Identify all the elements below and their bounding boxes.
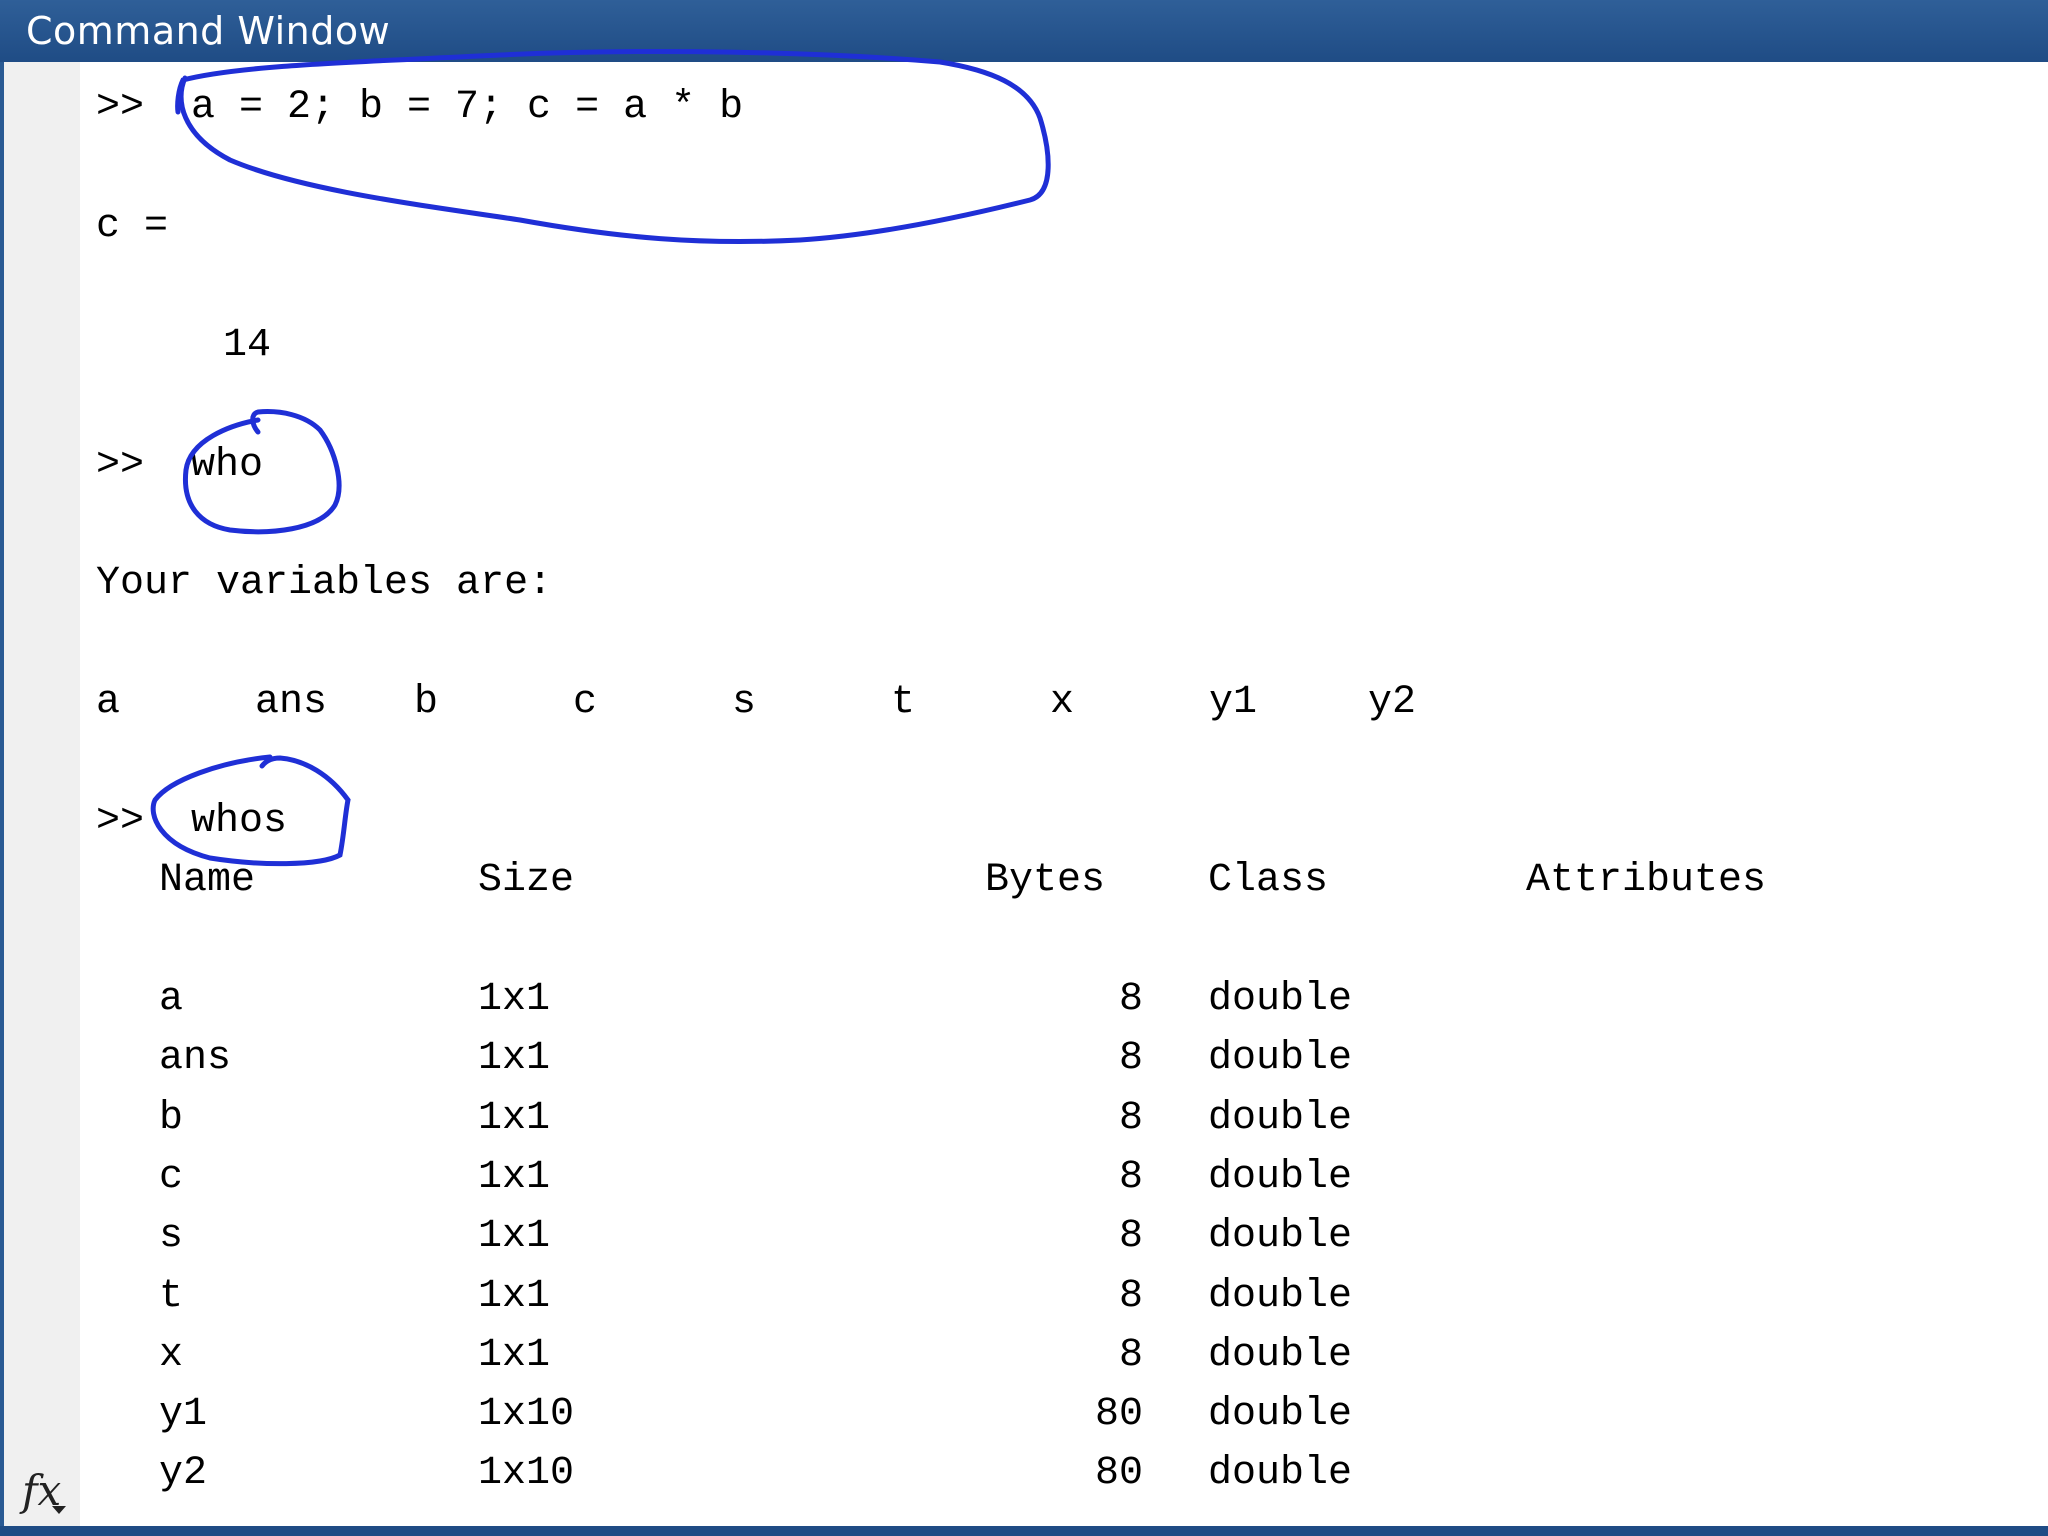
who-variable: y2 xyxy=(1368,680,1417,725)
cell-size: 1x10 xyxy=(478,1392,575,1437)
cell-class: double xyxy=(1208,1274,1353,1319)
command-gutter xyxy=(4,62,80,1528)
window-title: Command Window xyxy=(0,0,2048,62)
cell-bytes: 8 xyxy=(1118,1155,1143,1200)
cell-name: a xyxy=(159,977,184,1022)
cell-class: double xyxy=(1208,977,1353,1022)
cell-bytes: 8 xyxy=(1118,1214,1143,1259)
column-header-name: Name xyxy=(159,858,256,903)
cell-class: double xyxy=(1208,1214,1353,1259)
cell-class: double xyxy=(1208,1155,1353,1200)
cell-size: 1x1 xyxy=(478,1155,551,1200)
cell-class: double xyxy=(1208,1451,1353,1496)
cell-name: b xyxy=(159,1096,184,1141)
cell-size: 1x10 xyxy=(478,1451,575,1496)
cell-class: double xyxy=(1208,1333,1353,1378)
result-label: c = xyxy=(96,204,169,249)
who-variable: c xyxy=(573,680,598,725)
cell-bytes: 8 xyxy=(1118,1274,1143,1319)
column-header-bytes: Bytes xyxy=(985,858,1106,903)
who-variable: a xyxy=(96,680,121,725)
result-value: 14 xyxy=(223,323,272,368)
cell-size: 1x1 xyxy=(478,1096,551,1141)
cell-class: double xyxy=(1208,1096,1353,1141)
cell-size: 1x1 xyxy=(478,1333,551,1378)
cell-size: 1x1 xyxy=(478,1274,551,1319)
who-variable: t xyxy=(891,680,916,725)
cell-name: y2 xyxy=(159,1451,208,1496)
cell-bytes: 8 xyxy=(1118,977,1143,1022)
chevron-down-icon xyxy=(52,1506,66,1514)
cell-name: c xyxy=(159,1155,184,1200)
who-variable: ans xyxy=(255,680,328,725)
column-header-class: Class xyxy=(1208,858,1329,903)
command-line-3: whos xyxy=(191,799,288,844)
prompt: >> xyxy=(96,443,145,488)
who-variable: b xyxy=(414,680,439,725)
annotation-circle-command xyxy=(175,48,1051,245)
cell-name: t xyxy=(159,1274,184,1319)
cell-size: 1x1 xyxy=(478,977,551,1022)
who-header: Your variables are: xyxy=(96,561,553,606)
cell-name: s xyxy=(159,1214,184,1259)
column-header-attributes: Attributes xyxy=(1526,858,1767,903)
cell-bytes: 80 xyxy=(1094,1451,1143,1496)
who-variable: s xyxy=(732,680,757,725)
cell-class: double xyxy=(1208,1036,1353,1081)
cell-bytes: 80 xyxy=(1094,1392,1143,1437)
window-bottom-border xyxy=(0,1526,2048,1536)
cell-name: ans xyxy=(159,1036,232,1081)
command-line-2: who xyxy=(191,443,264,488)
cell-bytes: 8 xyxy=(1118,1036,1143,1081)
who-variable: y1 xyxy=(1209,680,1258,725)
cell-class: double xyxy=(1208,1392,1353,1437)
cell-size: 1x1 xyxy=(478,1214,551,1259)
cell-name: x xyxy=(159,1333,184,1378)
who-variable: x xyxy=(1050,680,1075,725)
cell-bytes: 8 xyxy=(1118,1096,1143,1141)
cell-name: y1 xyxy=(159,1392,208,1437)
prompt: >> xyxy=(96,799,145,844)
column-header-size: Size xyxy=(478,858,575,903)
cell-size: 1x1 xyxy=(478,1036,551,1081)
cell-bytes: 8 xyxy=(1118,1333,1143,1378)
fx-icon[interactable]: fx xyxy=(22,1466,66,1516)
command-line-1: a = 2; b = 7; c = a * b xyxy=(191,85,744,130)
command-window: Command Window >> a = 2; b = 7; c = a * … xyxy=(0,0,2048,1536)
prompt: >> xyxy=(96,85,145,130)
